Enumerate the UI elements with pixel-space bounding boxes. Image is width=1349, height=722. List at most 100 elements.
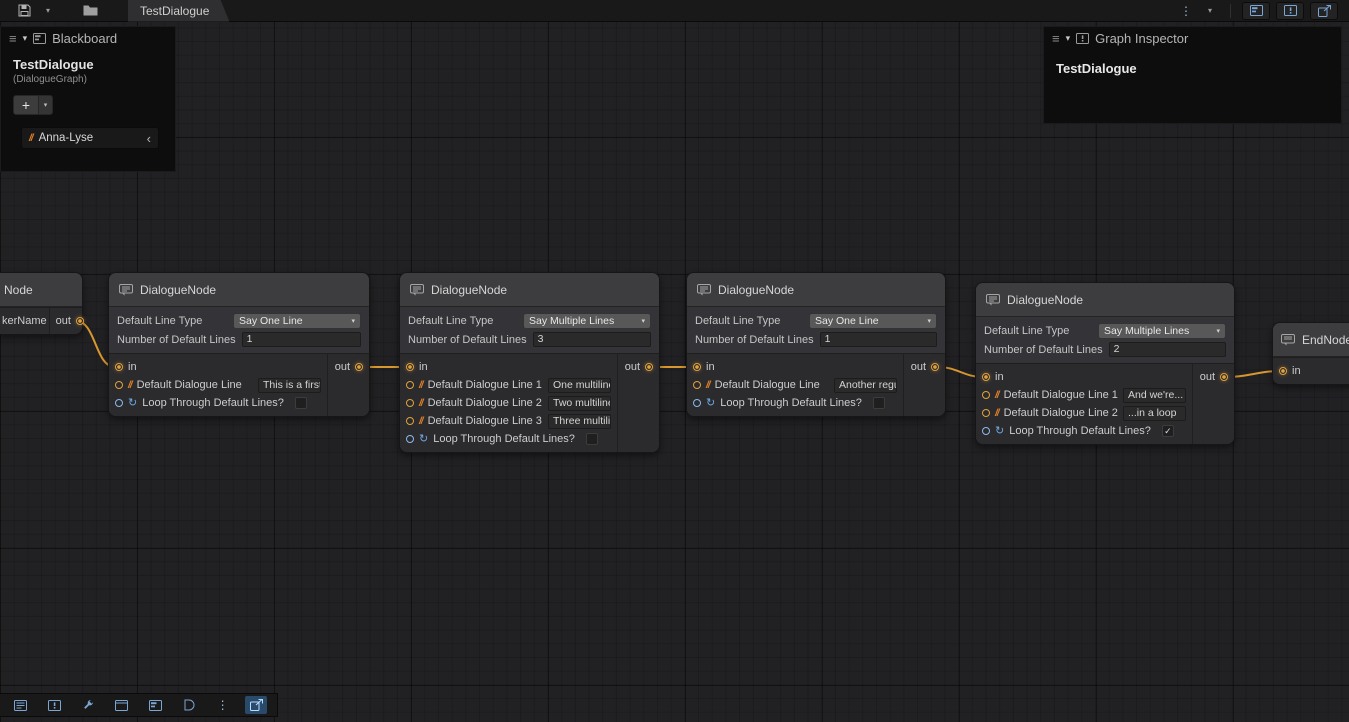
field-collapse-icon[interactable]: ‹ — [147, 131, 151, 146]
graph-inspector-panel-icon — [1076, 33, 1089, 44]
blackboard-header[interactable]: ≡ ▾ Blackboard — [1, 27, 175, 49]
loop-checkbox[interactable] — [295, 397, 307, 409]
toggle-graph-inspector-button[interactable] — [1276, 2, 1304, 20]
more-options-button[interactable]: ⋮ — [212, 696, 234, 714]
in-port[interactable] — [982, 373, 990, 381]
out-port[interactable] — [645, 363, 653, 371]
dialogue-line-port[interactable] — [115, 381, 123, 389]
blackboard-graph-name: TestDialogue — [13, 57, 163, 72]
num-lines-label: Number of Default Lines — [695, 334, 814, 346]
dropdown-arrow-icon: ▾ — [1216, 327, 1220, 335]
loop-port[interactable] — [693, 399, 701, 407]
more-menu-dropdown-button[interactable]: ▾ — [1199, 2, 1221, 20]
graph-inspector-menu-icon[interactable]: ≡ — [1052, 31, 1060, 46]
more-menu-button[interactable]: ⋮ — [1175, 2, 1197, 20]
node-title-bar[interactable]: DialogueNode — [109, 273, 369, 307]
node-title-bar[interactable]: EndNode — [1273, 323, 1349, 357]
line-type-label: Default Line Type — [117, 315, 227, 327]
dialogue-node-3[interactable]: DialogueNode Default Line Type Say One L… — [686, 272, 946, 417]
node-title-bar[interactable]: DialogueNode — [976, 283, 1234, 317]
string-type-icon: // — [995, 390, 999, 401]
in-port[interactable] — [406, 363, 414, 371]
dialogue-line-input[interactable]: And we're... — [1123, 388, 1186, 403]
line-type-dropdown[interactable]: Say One Line ▾ — [809, 313, 937, 329]
dialogue-line-input[interactable]: ...in a loop — [1123, 406, 1186, 421]
loop-checkbox[interactable] — [586, 433, 598, 445]
out-port[interactable] — [355, 363, 363, 371]
in-port-label: in — [706, 361, 715, 373]
blackboard-menu-icon[interactable]: ≡ — [9, 31, 17, 46]
dialogue-line-input[interactable]: Another regu — [834, 378, 897, 393]
loop-port[interactable] — [982, 427, 990, 435]
line-type-value: Say Multiple Lines — [1104, 325, 1189, 337]
blackboard-collapse-caret[interactable]: ▾ — [23, 33, 28, 44]
num-lines-label: Number of Default Lines — [408, 334, 527, 346]
bottom-toolbar: ⋮ — [0, 693, 278, 717]
dropdown-arrow-icon: ▾ — [641, 317, 645, 325]
loop-port[interactable] — [115, 399, 123, 407]
in-port[interactable] — [1279, 367, 1287, 375]
loop-checkbox[interactable]: ✓ — [1162, 425, 1174, 437]
dialogue-line-label: Default Dialogue Line 2 — [1004, 407, 1118, 419]
in-port[interactable] — [115, 363, 123, 371]
dialogue-line-input[interactable]: Two multiline — [548, 396, 611, 411]
open-graph-window-button[interactable] — [1310, 2, 1338, 20]
open-asset-button[interactable] — [79, 2, 101, 20]
port-label: kerName — [2, 315, 47, 327]
open-in-window-button[interactable] — [245, 696, 267, 714]
preferences-button[interactable] — [77, 696, 99, 714]
blackboard-panel-button[interactable] — [145, 696, 167, 714]
dialogue-node-2[interactable]: DialogueNode Default Line Type Say Multi… — [399, 272, 660, 453]
line-type-dropdown[interactable]: Say One Line ▾ — [233, 313, 361, 329]
string-type-icon: // — [995, 408, 999, 419]
dialogue-node-4[interactable]: DialogueNode Default Line Type Say Multi… — [975, 282, 1235, 445]
speaker-node-partial[interactable]: Node kerName out — [0, 272, 83, 335]
dialogue-node-1[interactable]: DialogueNode Default Line Type Say One L… — [108, 272, 370, 417]
graph-inspector-title: Graph Inspector — [1095, 31, 1188, 46]
num-lines-input[interactable]: 2 — [1109, 342, 1226, 357]
toggle-blackboard-button[interactable] — [1242, 2, 1270, 20]
num-lines-input[interactable]: 1 — [820, 332, 937, 347]
loop-port[interactable] — [406, 435, 414, 443]
line-type-dropdown[interactable]: Say Multiple Lines ▾ — [1098, 323, 1226, 339]
graph-inspector-header[interactable]: ≡ ▾ Graph Inspector — [1044, 27, 1341, 49]
dialogue-line-input[interactable]: Three multilin — [548, 414, 611, 429]
end-node[interactable]: EndNode in — [1272, 322, 1349, 385]
blackboard-field-anna-lyse[interactable]: // Anna-Lyse ‹ — [21, 127, 159, 149]
minimap-toggle-button[interactable] — [178, 696, 200, 714]
add-property-dropdown-button[interactable]: ▾ — [39, 95, 53, 115]
save-button[interactable] — [13, 2, 35, 20]
save-dropdown-button[interactable]: ▾ — [37, 2, 59, 20]
node-title-bar[interactable]: DialogueNode — [400, 273, 659, 307]
out-port[interactable] — [931, 363, 939, 371]
line-type-label: Default Line Type — [408, 315, 517, 327]
dialogue-line-port[interactable] — [982, 391, 990, 399]
inspector-panel-button[interactable] — [44, 696, 66, 714]
out-port-label: out — [1200, 371, 1215, 383]
out-port[interactable] — [76, 317, 84, 325]
num-lines-input[interactable]: 1 — [242, 332, 361, 347]
window-panel-button[interactable] — [111, 696, 133, 714]
add-property-button[interactable]: + — [13, 95, 39, 115]
dialogue-line-port[interactable] — [406, 381, 414, 389]
line-type-value: Say One Line — [239, 315, 303, 327]
dialogue-line-port[interactable] — [982, 409, 990, 417]
node-title-bar[interactable]: Node — [0, 273, 82, 307]
graph-inspector-collapse-caret[interactable]: ▾ — [1066, 33, 1071, 44]
loop-checkbox[interactable] — [873, 397, 885, 409]
dialogue-line-port[interactable] — [406, 417, 414, 425]
inspector-icon — [48, 700, 61, 711]
in-port-label: in — [995, 371, 1004, 383]
out-port[interactable] — [1220, 373, 1228, 381]
tab-testdialogue[interactable]: TestDialogue — [128, 0, 229, 22]
dialogue-line-port[interactable] — [406, 399, 414, 407]
in-port[interactable] — [693, 363, 701, 371]
dialogue-line-input[interactable]: This is a first — [258, 378, 321, 393]
line-type-dropdown[interactable]: Say Multiple Lines ▾ — [523, 313, 651, 329]
console-panel-button[interactable] — [10, 696, 32, 714]
num-lines-input[interactable]: 3 — [533, 332, 651, 347]
dialogue-line-input[interactable]: One multiline — [548, 378, 611, 393]
dialogue-line-port[interactable] — [693, 381, 701, 389]
node-title-bar[interactable]: DialogueNode — [687, 273, 945, 307]
dialogue-line-label: Default Dialogue Line 1 — [1004, 389, 1118, 401]
